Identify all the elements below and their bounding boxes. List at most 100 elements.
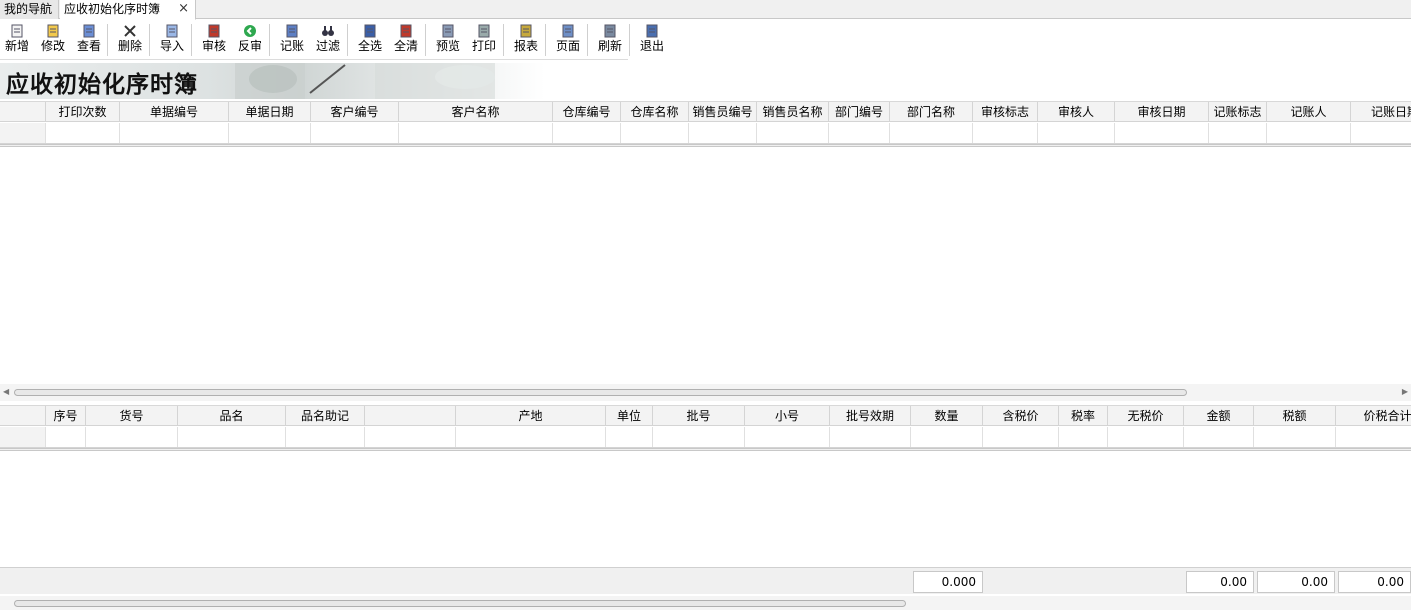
new-button[interactable]: 新增 <box>0 22 34 58</box>
table-row[interactable] <box>0 123 1411 144</box>
column-header[interactable]: 税额 <box>1254 406 1336 426</box>
column-header[interactable]: 记账标志 <box>1209 102 1267 122</box>
close-icon[interactable]: × <box>178 0 189 18</box>
column-header[interactable]: 审核标志 <box>973 102 1038 122</box>
column-header[interactable]: 记账人 <box>1267 102 1351 122</box>
column-header[interactable]: 销售员编号 <box>689 102 757 122</box>
column-header[interactable]: 单据编号 <box>120 102 229 122</box>
column-header[interactable]: 客户名称 <box>399 102 553 122</box>
column-header[interactable]: 仓库名称 <box>621 102 689 122</box>
column-header[interactable]: 品名 <box>178 406 286 426</box>
table-cell[interactable] <box>1209 123 1267 143</box>
table-cell[interactable] <box>829 123 890 143</box>
row-indicator[interactable] <box>0 123 46 143</box>
column-header[interactable]: 含税价 <box>983 406 1059 426</box>
selectall-button[interactable]: 全选 <box>353 22 387 58</box>
column-header[interactable]: 价税合计 <box>1336 406 1411 426</box>
table-cell[interactable] <box>983 427 1059 447</box>
post-button[interactable]: 记账 <box>275 22 309 58</box>
table-cell[interactable] <box>973 123 1038 143</box>
column-header[interactable]: 打印次数 <box>46 102 120 122</box>
table-cell[interactable] <box>757 123 829 143</box>
table-cell[interactable] <box>399 123 553 143</box>
table-cell[interactable] <box>178 427 286 447</box>
column-header[interactable] <box>365 406 456 426</box>
column-header[interactable]: 货号 <box>86 406 178 426</box>
table-cell[interactable] <box>653 427 745 447</box>
table-cell[interactable] <box>1254 427 1336 447</box>
column-header[interactable]: 数量 <box>911 406 983 426</box>
table-cell[interactable] <box>365 427 456 447</box>
column-header[interactable]: 部门编号 <box>829 102 890 122</box>
column-header[interactable]: 批号效期 <box>830 406 911 426</box>
table-cell[interactable] <box>553 123 621 143</box>
table-cell[interactable] <box>46 427 86 447</box>
scroll-left-icon[interactable]: ◀ <box>3 387 9 396</box>
column-header[interactable]: 审核人 <box>1038 102 1115 122</box>
preview-button[interactable]: 预览 <box>431 22 465 58</box>
master-horizontal-scrollbar[interactable]: ◀ ▶ <box>0 384 1411 401</box>
refresh-button[interactable]: 刷新 <box>593 22 627 58</box>
column-header[interactable]: 记账日期 <box>1351 102 1411 122</box>
table-cell[interactable] <box>1184 427 1254 447</box>
tab-my-navigation[interactable]: 我的导航 <box>0 0 59 19</box>
view-button[interactable]: 查看 <box>72 22 106 58</box>
report-button-label: 报表 <box>513 39 538 53</box>
table-cell[interactable] <box>1059 427 1108 447</box>
table-cell[interactable] <box>229 123 311 143</box>
table-cell[interactable] <box>86 427 178 447</box>
page-button[interactable]: 页面 <box>551 22 585 58</box>
column-header[interactable]: 客户编号 <box>311 102 399 122</box>
table-cell[interactable] <box>1336 427 1411 447</box>
table-cell[interactable] <box>1108 427 1184 447</box>
table-cell[interactable] <box>621 123 689 143</box>
column-header[interactable]: 无税价 <box>1108 406 1184 426</box>
column-header[interactable]: 序号 <box>46 406 86 426</box>
column-header[interactable]: 单位 <box>606 406 653 426</box>
scrollbar-thumb[interactable] <box>14 600 906 607</box>
scrollbar-thumb[interactable] <box>14 389 1187 396</box>
column-header[interactable]: 仓库编号 <box>553 102 621 122</box>
table-cell[interactable] <box>606 427 653 447</box>
delete-button[interactable]: 删除 <box>113 22 147 58</box>
column-header[interactable]: 批号 <box>653 406 745 426</box>
column-header[interactable]: 审核日期 <box>1115 102 1209 122</box>
exit-button[interactable]: 退出 <box>635 22 669 58</box>
table-row[interactable] <box>0 427 1411 448</box>
column-header[interactable]: 小号 <box>745 406 830 426</box>
table-cell[interactable] <box>1115 123 1209 143</box>
column-header[interactable]: 品名助记 <box>286 406 365 426</box>
column-header[interactable]: 产地 <box>456 406 606 426</box>
column-header[interactable]: 单据日期 <box>229 102 311 122</box>
table-cell[interactable] <box>311 123 399 143</box>
report-button[interactable]: 报表 <box>509 22 543 58</box>
table-cell[interactable] <box>456 427 606 447</box>
audit-button[interactable]: 审核 <box>197 22 231 58</box>
table-cell[interactable] <box>1038 123 1115 143</box>
row-indicator[interactable] <box>0 427 46 447</box>
unaudit-button[interactable]: 反审 <box>233 22 267 58</box>
table-cell[interactable] <box>1351 123 1411 143</box>
column-header[interactable]: 税率 <box>1059 406 1108 426</box>
table-cell[interactable] <box>1267 123 1351 143</box>
table-cell[interactable] <box>46 123 120 143</box>
tab-receivable-init-journal[interactable]: 应收初始化序时簿 × <box>60 0 196 20</box>
detail-horizontal-scrollbar[interactable] <box>0 596 1411 610</box>
toolbar-separator <box>629 24 630 56</box>
filter-button[interactable]: 过滤 <box>311 22 345 58</box>
table-cell[interactable] <box>830 427 911 447</box>
print-button[interactable]: 打印 <box>467 22 501 58</box>
column-header[interactable]: 部门名称 <box>890 102 973 122</box>
table-cell[interactable] <box>120 123 229 143</box>
table-cell[interactable] <box>286 427 365 447</box>
clearall-button[interactable]: 全清 <box>389 22 423 58</box>
import-button[interactable]: 导入 <box>155 22 189 58</box>
table-cell[interactable] <box>911 427 983 447</box>
table-cell[interactable] <box>689 123 757 143</box>
edit-button[interactable]: 修改 <box>36 22 70 58</box>
column-header[interactable]: 销售员名称 <box>757 102 829 122</box>
table-cell[interactable] <box>745 427 830 447</box>
scroll-right-icon[interactable]: ▶ <box>1402 387 1408 396</box>
column-header[interactable]: 金额 <box>1184 406 1254 426</box>
table-cell[interactable] <box>890 123 973 143</box>
